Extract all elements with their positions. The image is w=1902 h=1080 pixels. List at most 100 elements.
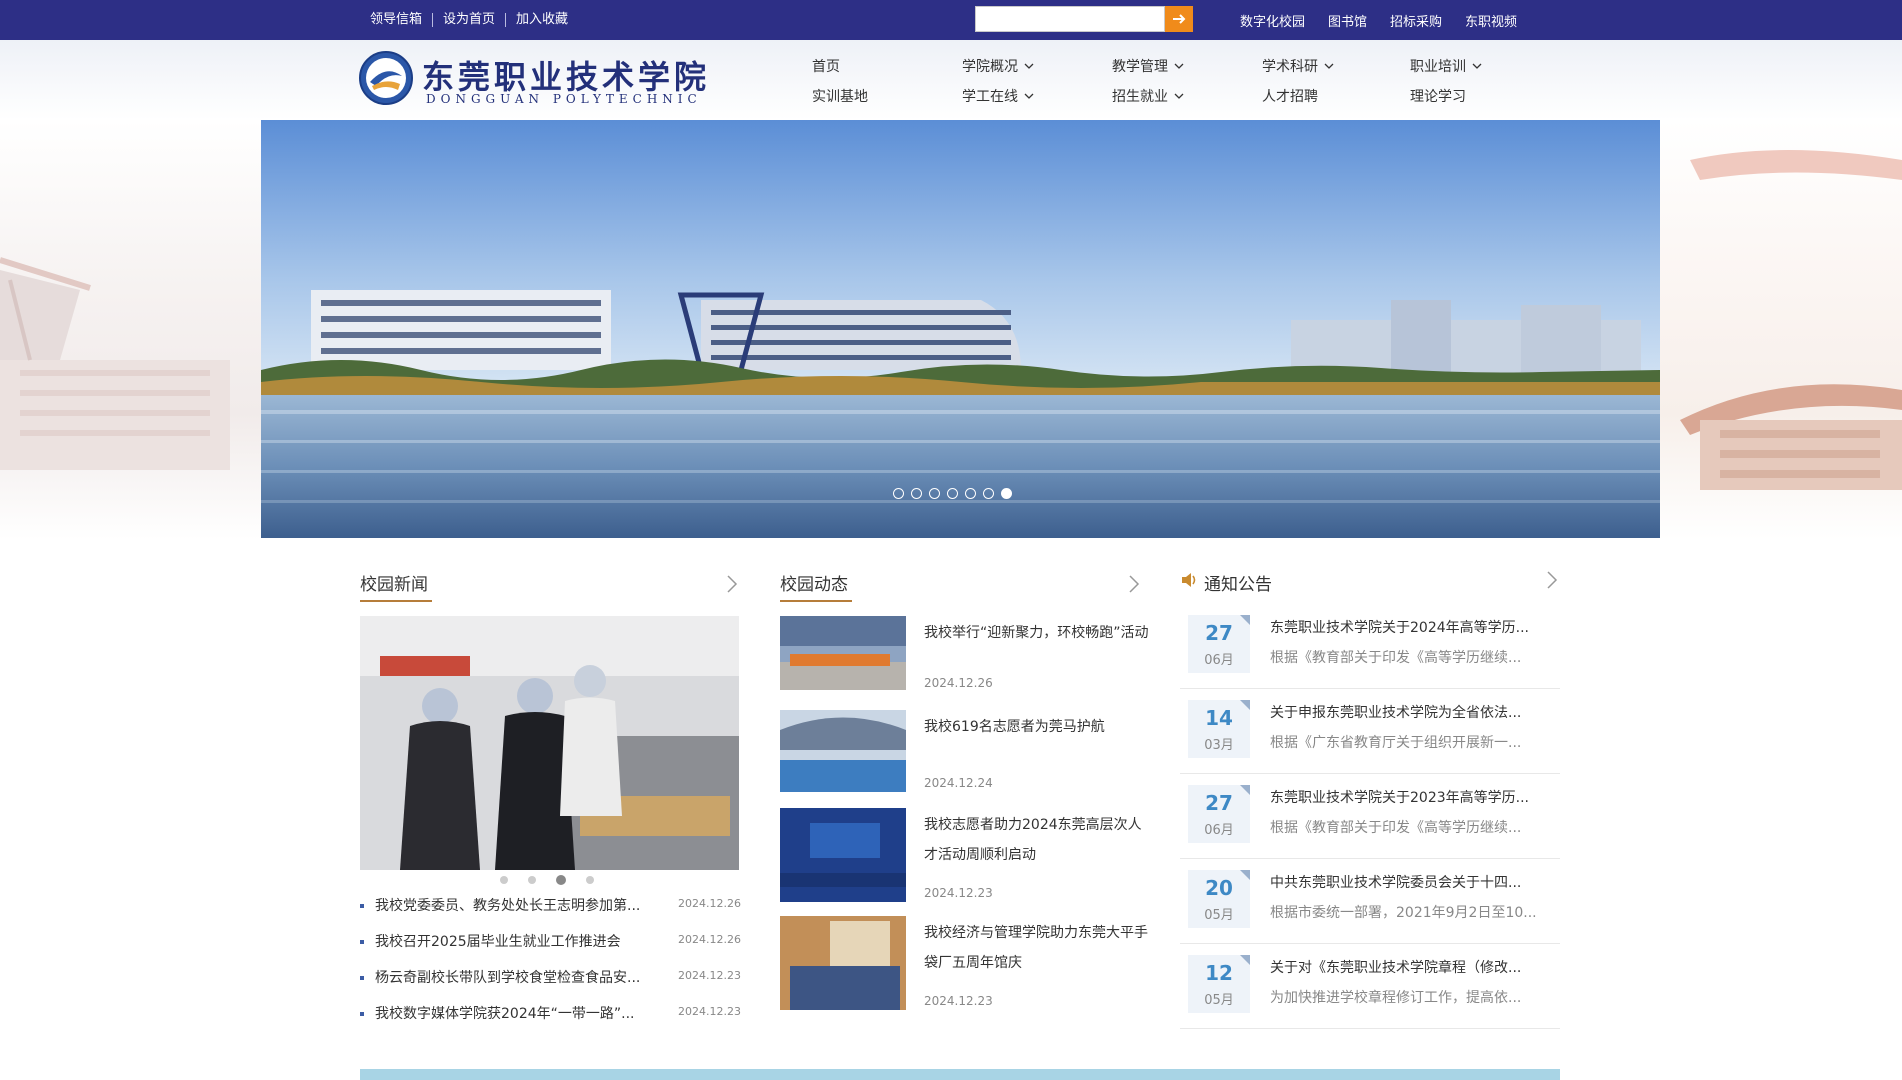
dynamics-item[interactable]: 我校举行“迎新聚力，环校畅跑”活动 2024.12.26 [780,616,1150,706]
dynamics-thumbnail [780,916,906,1010]
news-item-date: 2024.12.23 [678,1005,741,1018]
dynamics-item-date: 2024.12.23 [924,994,993,1008]
nav-recruitment[interactable]: 人才招聘 [1262,86,1318,106]
notice-date-badge: 27 06月 [1188,785,1250,843]
bullet-icon [360,904,364,908]
news-item[interactable]: 我校党委委员、教务处处长王志明参加第... 2024.12.26 [360,895,741,931]
banner-dot[interactable] [965,488,976,499]
nav-label: 学术科研 [1262,59,1318,75]
notice-date-badge: 27 06月 [1188,615,1250,673]
dynamics-item-title: 我校经济与管理学院助力东莞大平手袋厂五周年馆庆 [924,925,1148,971]
set-homepage-link[interactable]: 设为首页 [432,13,505,27]
chevron-right-icon[interactable] [726,574,738,594]
banner-dot[interactable] [929,488,940,499]
notice-day: 27 [1205,791,1233,815]
news-item-title: 我校召开2025届毕业生就业工作推进会 [375,934,621,950]
nav-practice-base[interactable]: 实训基地 [812,86,868,106]
notice-item[interactable]: 14 03月 关于申报东莞职业技术学院为全省依法... 根据《广东省教育厅关于组… [1180,690,1560,774]
dynamics-item-title: 我校志愿者助力2024东莞高层次人才活动周顺利启动 [924,817,1142,863]
logo-english-name: DONGGUAN POLYTECHNIC [426,92,702,106]
top-utility-links: 领导信箱 设为首页 加入收藏 [370,0,578,40]
banner-dot[interactable] [983,488,994,499]
dynamics-thumbnail [780,808,906,902]
notice-month: 06月 [1204,823,1234,838]
add-favorite-link[interactable]: 加入收藏 [505,13,578,27]
notice-summary: 为加快推进学校章程修订工作，提高依... [1270,990,1522,1006]
nav-label: 首页 [812,59,840,75]
nav-admission[interactable]: 招生就业 [1112,86,1184,106]
dynamics-item-date: 2024.12.23 [924,886,993,900]
dynamics-item-date: 2024.12.24 [924,776,993,790]
chevron-down-icon [1324,63,1334,69]
arrow-right-icon [1173,14,1186,24]
leader-mailbox-link[interactable]: 领导信箱 [370,13,432,27]
chevron-down-icon [1024,93,1034,99]
video-link[interactable]: 东职视频 [1465,11,1517,30]
dynamics-thumbnail [780,710,906,792]
chevron-down-icon [1024,63,1034,69]
bottom-banner-strip [360,1069,1560,1080]
chevron-down-icon [1174,63,1184,69]
campus-dynamics-title: 校园动态 [780,575,848,595]
notice-day: 27 [1205,621,1233,645]
procurement-link[interactable]: 招标采购 [1390,11,1442,30]
banner-dot-active[interactable] [1001,488,1012,499]
nav-label: 职业培训 [1410,59,1466,75]
photo-dot[interactable] [500,876,508,884]
banner-dot[interactable] [893,488,904,499]
bullet-icon [360,976,364,980]
news-photo-pagination [500,875,594,885]
dynamics-item[interactable]: 我校经济与管理学院助力东莞大平手袋厂五周年馆庆 2024.12.23 [780,916,1150,1010]
right-decoration [1660,120,1902,540]
digital-campus-link[interactable]: 数字化校园 [1240,11,1305,30]
notice-title: 东莞职业技术学院关于2024年高等学历... [1270,620,1529,636]
nav-label: 学工在线 [962,89,1018,105]
news-item[interactable]: 我校召开2025届毕业生就业工作推进会 2024.12.26 [360,931,741,967]
nav-theory-study[interactable]: 理论学习 [1410,86,1466,106]
speaker-icon [1182,573,1196,587]
notice-item[interactable]: 20 05月 中共东莞职业技术学院委员会关于十四... 根据市委统一部署，202… [1180,860,1560,944]
notice-item[interactable]: 12 05月 关于对《东莞职业技术学院章程（修改... 为加快推进学校章程修订工… [1180,945,1560,1029]
school-logo[interactable]: 东莞职业技术学院 DONGGUAN POLYTECHNIC [358,50,706,110]
photo-dot-active[interactable] [556,875,566,885]
nav-student-affairs[interactable]: 学工在线 [962,86,1034,106]
banner-dot[interactable] [911,488,922,499]
library-link[interactable]: 图书馆 [1328,11,1367,30]
nav-label: 招生就业 [1112,89,1168,105]
nav-college-overview[interactable]: 学院概况 [962,56,1034,76]
news-item-date: 2024.12.26 [678,933,741,946]
news-item-title: 我校数字媒体学院获2024年“一带一路”... [375,1006,635,1022]
news-item-date: 2024.12.23 [678,969,741,982]
chevron-right-icon[interactable] [1546,570,1558,590]
chevron-right-icon[interactable] [1128,574,1140,594]
photo-dot[interactable] [586,876,594,884]
nav-research[interactable]: 学术科研 [1262,56,1334,76]
bullet-icon [360,940,364,944]
nav-training[interactable]: 职业培训 [1410,56,1482,76]
news-featured-photo[interactable] [360,616,739,870]
dynamics-item-date: 2024.12.26 [924,676,993,690]
notice-summary: 根据《广东省教育厅关于组织开展新一... [1270,735,1522,751]
hero-banner[interactable] [261,120,1660,538]
nav-teaching[interactable]: 教学管理 [1112,56,1184,76]
notices-title: 通知公告 [1204,575,1272,595]
news-item-date: 2024.12.26 [678,897,741,910]
photo-dot[interactable] [528,876,536,884]
dynamics-item[interactable]: 我校619名志愿者为莞马护航 2024.12.24 [780,710,1150,800]
news-item[interactable]: 杨云奇副校长带队到学校食堂检查食品安... 2024.12.23 [360,967,741,1003]
banner-dot[interactable] [947,488,958,499]
notice-item[interactable]: 27 06月 东莞职业技术学院关于2024年高等学历... 根据《教育部关于印发… [1180,605,1560,689]
notice-summary: 根据《教育部关于印发《高等学历继续... [1270,820,1522,836]
search-input[interactable] [975,6,1165,32]
news-item[interactable]: 我校数字媒体学院获2024年“一带一路”... 2024.12.23 [360,1003,741,1039]
nav-home[interactable]: 首页 [812,56,840,76]
nav-label: 理论学习 [1410,89,1466,105]
notice-title: 关于申报东莞职业技术学院为全省依法... [1270,705,1522,721]
dynamics-item[interactable]: 我校志愿者助力2024东莞高层次人才活动周顺利启动 2024.12.23 [780,808,1150,902]
search-button[interactable] [1165,6,1193,32]
notice-item[interactable]: 27 06月 东莞职业技术学院关于2023年高等学历... 根据《教育部关于印发… [1180,775,1560,859]
chevron-down-icon [1472,63,1482,69]
bullet-icon [360,1012,364,1016]
notice-summary: 根据市委统一部署，2021年9月2日至10... [1270,905,1537,921]
news-list: 我校党委委员、教务处处长王志明参加第... 2024.12.26 我校召开202… [360,895,741,1039]
